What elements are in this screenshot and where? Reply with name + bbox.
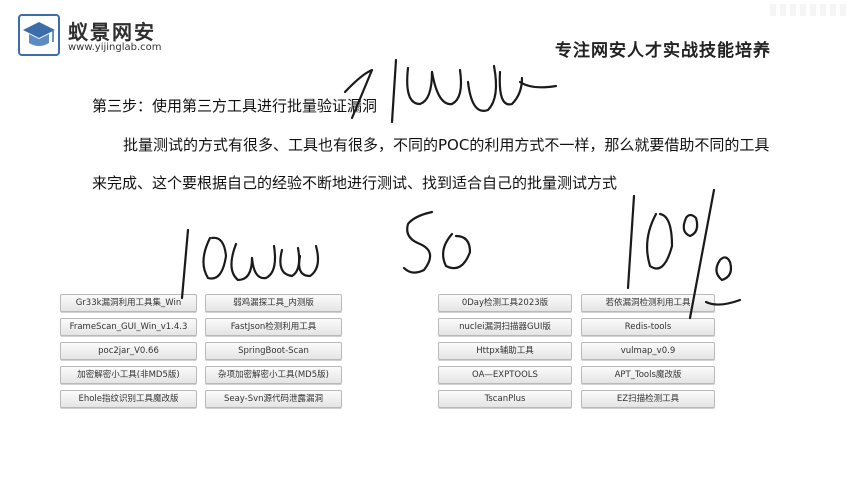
- tool-button[interactable]: poc2jar_V0.66: [60, 342, 197, 360]
- tool-button[interactable]: Gr33k漏洞利用工具集_Win: [60, 294, 197, 312]
- tool-button[interactable]: Seay-Svn源代码泄露漏洞: [205, 390, 342, 408]
- tool-button[interactable]: Httpx辅助工具: [438, 342, 572, 360]
- tool-button[interactable]: 加密解密小工具(非MD5版): [60, 366, 197, 384]
- tagline: 专注网安人才实战技能培养: [555, 41, 771, 61]
- tool-grid-right: 0Day检测工具2023版 若依漏洞检测利用工具 nuclei漏洞扫描器GUI版…: [438, 294, 715, 408]
- paragraph-1: 批量测试的方式有很多、工具也有很多，不同的POC的利用方式不一样，那么就要借助不…: [123, 136, 770, 154]
- brand-name: 蚁景网安: [68, 20, 156, 44]
- step-title: 第三步：使用第三方工具进行批量验证漏洞: [92, 97, 378, 115]
- handwriting-number-left: [180, 228, 320, 300]
- tool-button[interactable]: Ehole指纹识别工具魔改版: [60, 390, 197, 408]
- graduation-cap-icon: [18, 14, 60, 56]
- tool-button[interactable]: 弱鸡漏探工具_内测版: [205, 294, 342, 312]
- handwriting-overlay: [180, 58, 742, 320]
- tool-button[interactable]: vulmap_v0.9: [581, 342, 715, 360]
- tool-button[interactable]: 杂项加密解密小工具(MD5版): [205, 366, 342, 384]
- tool-button[interactable]: TscanPlus: [438, 390, 572, 408]
- tool-button[interactable]: FastJson检测利用工具: [205, 318, 342, 336]
- tool-button[interactable]: EZ扫描检测工具: [581, 390, 715, 408]
- tool-button[interactable]: OA—EXPTOOLS: [438, 366, 572, 384]
- tool-button[interactable]: 0Day检测工具2023版: [438, 294, 572, 312]
- slide: 蚁景网安 www.yijinglab.com 专注网安人才实战技能培养 第三步：…: [0, 0, 852, 480]
- watermark: [770, 4, 846, 16]
- tool-button[interactable]: 若依漏洞检测利用工具: [581, 294, 715, 312]
- tool-button[interactable]: APT_Tools魔改版: [581, 366, 715, 384]
- tool-grid-left: Gr33k漏洞利用工具集_Win 弱鸡漏探工具_内测版 FrameScan_GU…: [60, 294, 342, 408]
- tool-button[interactable]: nuclei漏洞扫描器GUI版: [438, 318, 572, 336]
- handwriting-number-middle: [402, 210, 472, 274]
- brand-url: www.yijinglab.com: [68, 42, 162, 53]
- tool-button[interactable]: SpringBoot-Scan: [205, 342, 342, 360]
- tool-button[interactable]: FrameScan_GUI_Win_v1.4.3: [60, 318, 197, 336]
- tool-button[interactable]: Redis-tools: [581, 318, 715, 336]
- paragraph-2: 来完成、这个要根据自己的经验不断地进行测试、找到适合自己的批量测试方式: [92, 174, 618, 192]
